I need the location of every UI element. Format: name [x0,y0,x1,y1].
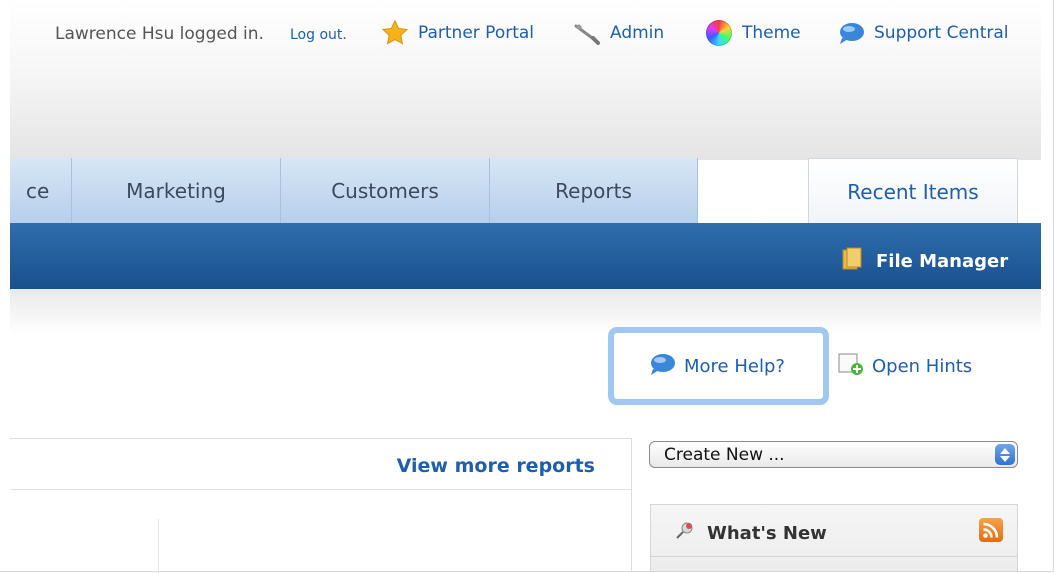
open-hints-link[interactable]: Open Hints [838,352,972,381]
tab-marketing[interactable]: Marketing [71,158,280,223]
column-divider [158,519,159,573]
partner-portal-label: Partner Portal [418,23,535,43]
create-new-value: Create New ... [664,444,785,465]
admin-link[interactable]: Admin [572,18,664,48]
more-help-label: More Help? [684,356,785,377]
sub-navigation-bar: File Manager [10,223,1041,289]
theme-label: Theme [742,23,801,43]
theme-link[interactable]: Theme [704,18,801,48]
tab-customers[interactable]: Customers [280,158,489,223]
pushpin-icon [673,520,697,547]
folder-icon [842,247,864,276]
reports-panel-header: View more reports [10,439,631,490]
top-utility-bar: Lawrence Hsu logged in. Log out. Partner… [10,0,1041,65]
header-area [10,64,1041,160]
star-icon [380,18,410,48]
whats-new-label: What's New [707,523,827,544]
color-wheel-icon [704,18,734,48]
create-new-select[interactable]: Create New ... [649,441,1018,468]
logout-link[interactable]: Log out. [290,27,347,43]
view-more-reports-link[interactable]: View more reports [397,455,595,477]
rss-icon[interactable] [979,518,1003,542]
whats-new-title: What's New [673,520,827,547]
logged-in-text: Lawrence Hsu logged in. [55,24,264,44]
file-manager-label: File Manager [876,251,1009,272]
partner-portal-link[interactable]: Partner Portal [380,18,534,48]
admin-label: Admin [610,23,665,43]
whats-new-header: What's New [651,505,1017,557]
speech-bubble-icon [648,352,676,381]
support-central-label: Support Central [874,23,1009,43]
tab-reports[interactable]: Reports [489,158,698,223]
new-window-icon [838,352,864,381]
reports-panel: View more reports [10,438,632,573]
more-help-link[interactable]: More Help? [648,352,785,381]
select-arrows-icon [995,444,1015,465]
speech-bubble-icon [836,18,866,48]
open-hints-label: Open Hints [872,356,973,377]
file-manager-link[interactable]: File Manager [842,247,1008,276]
recent-items-button[interactable]: Recent Items [808,158,1018,225]
whats-new-box: What's New [650,504,1018,572]
wrench-icon [572,18,602,48]
support-central-link[interactable]: Support Central [836,18,1009,48]
tab-partial[interactable]: ce [10,158,72,223]
